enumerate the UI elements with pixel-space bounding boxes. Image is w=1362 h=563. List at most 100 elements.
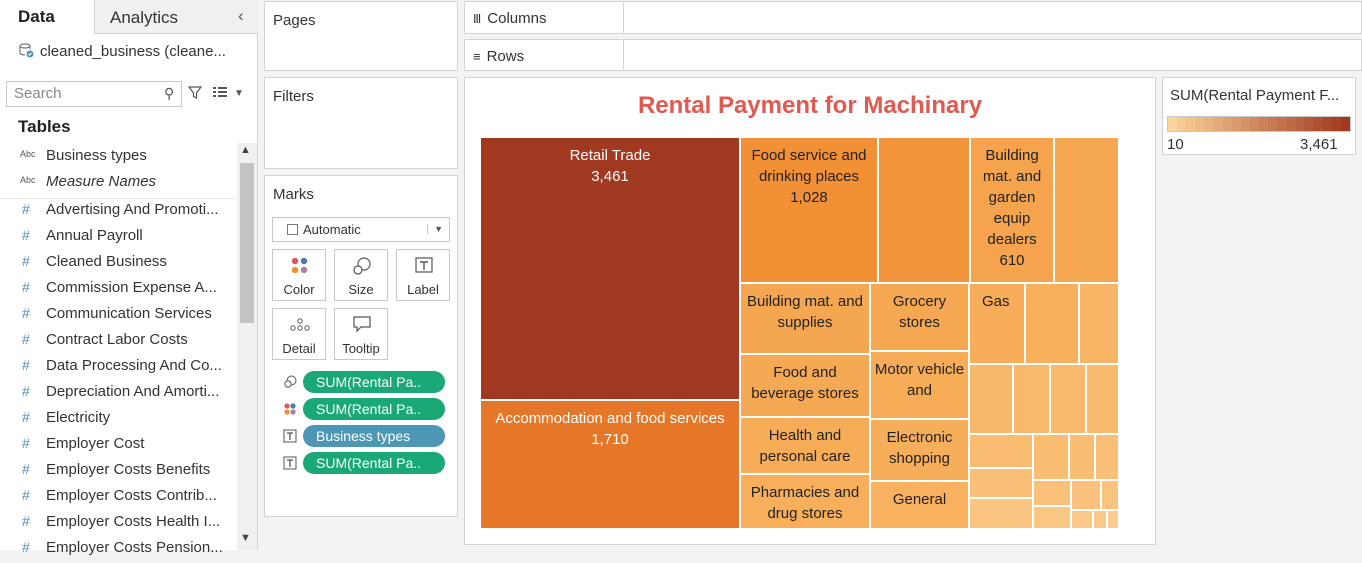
measure-field[interactable]: # Advertising And Promoti...: [0, 199, 236, 225]
field-label: Contract Labor Costs: [46, 331, 188, 348]
label-button[interactable]: Label: [396, 249, 450, 301]
field-search-input[interactable]: Search: [6, 81, 182, 107]
pages-card[interactable]: Pages: [264, 1, 458, 71]
treemap-tile[interactable]: Food and beverage stores: [740, 354, 870, 417]
tile-label: Accommodation and food services: [495, 410, 725, 427]
treemap-tile[interactable]: Grocery stores: [870, 283, 969, 351]
treemap-tile[interactable]: General: [870, 481, 969, 529]
measure-field[interactable]: # Electricity: [0, 407, 236, 433]
pages-title: Pages: [273, 12, 316, 29]
treemap-tile[interactable]: [1054, 137, 1119, 283]
measure-field[interactable]: # Commission Expense A...: [0, 277, 236, 303]
number-type-icon: #: [22, 513, 30, 529]
treemap-tile[interactable]: [1071, 480, 1101, 510]
treemap-tile[interactable]: Gas: [969, 283, 1025, 364]
treemap-tile[interactable]: [1025, 283, 1079, 364]
tile-label: Electronic shopping: [886, 429, 953, 467]
measure-field[interactable]: # Data Processing And Co...: [0, 355, 236, 381]
view-list-icon[interactable]: [213, 86, 227, 98]
treemap-tile[interactable]: [1033, 506, 1071, 529]
tooltip-button[interactable]: Tooltip: [334, 308, 388, 360]
size-pill[interactable]: SUM(Rental Pa..: [303, 371, 445, 393]
measure-field[interactable]: # Annual Payroll: [0, 225, 236, 251]
treemap-tile[interactable]: [1069, 434, 1095, 480]
treemap-tile[interactable]: [969, 468, 1033, 498]
mark-type-dropdown[interactable]: Automatic ▼: [272, 217, 450, 242]
chevron-down-icon[interactable]: ▼: [234, 88, 244, 99]
chevron-down-icon: ▼: [427, 224, 443, 234]
size-button[interactable]: Size: [334, 249, 388, 301]
label-icon: [283, 429, 297, 443]
treemap-tile[interactable]: [1093, 510, 1107, 529]
treemap-tile[interactable]: [1033, 480, 1071, 506]
treemap-tile[interactable]: [969, 364, 1013, 434]
rows-shelf[interactable]: ≡ Rows: [464, 39, 1362, 71]
treemap-tile[interactable]: Health and personal care: [740, 417, 870, 474]
size-icon: [284, 375, 297, 388]
tile-label: Pharmacies and drug stores: [750, 484, 860, 522]
label-pill[interactable]: Business types: [303, 425, 445, 447]
measure-field[interactable]: # Contract Labor Costs: [0, 329, 236, 355]
color-pill[interactable]: SUM(Rental Pa..: [303, 398, 445, 420]
dimension-field[interactable]: Abc Measure Names: [0, 171, 236, 197]
treemap-tile[interactable]: Retail Trade 3,461: [480, 137, 740, 400]
treemap-tile[interactable]: Food service and drinking places 1,028: [740, 137, 878, 283]
data-source-row[interactable]: cleaned_business (cleane...: [18, 42, 226, 60]
chevron-down-icon[interactable]: ▼: [240, 532, 251, 544]
tab-analytics[interactable]: Analytics: [94, 0, 258, 34]
treemap-tile[interactable]: [1101, 480, 1119, 510]
color-button[interactable]: Color: [272, 249, 326, 301]
filters-card[interactable]: Filters: [264, 77, 458, 169]
measure-field[interactable]: # Employer Costs Contrib...: [0, 485, 236, 511]
columns-shelf-label: Ⅲ Columns: [473, 10, 547, 27]
treemap-tile[interactable]: Building mat. and garden equip dealers 61…: [970, 137, 1054, 283]
treemap-tile[interactable]: Electronic shopping: [870, 419, 969, 481]
treemap-tile[interactable]: Pharmacies and drug stores: [740, 474, 870, 529]
measure-field[interactable]: # Employer Cost: [0, 433, 236, 459]
number-type-icon: #: [22, 487, 30, 503]
tile-value: 610: [999, 252, 1025, 269]
treemap-tile[interactable]: [1033, 434, 1069, 480]
measure-field[interactable]: # Employer Costs Benefits: [0, 459, 236, 485]
treemap-tile[interactable]: [969, 498, 1033, 529]
chevron-up-icon[interactable]: ▲: [240, 144, 251, 156]
tile-value: 1,710: [591, 431, 629, 448]
measure-field[interactable]: # Cleaned Business: [0, 251, 236, 277]
dimension-field[interactable]: Abc Business types: [0, 145, 236, 171]
field-label: Employer Costs Contrib...: [46, 487, 217, 504]
tile-label: General: [892, 491, 947, 508]
detail-button[interactable]: Detail: [272, 308, 326, 360]
measure-field[interactable]: # Employer Costs Pension...: [0, 537, 236, 563]
mark-type-label: Automatic: [303, 222, 361, 237]
scrollbar-thumb[interactable]: [240, 163, 254, 323]
treemap-tile[interactable]: Motor vehicle and: [870, 351, 969, 419]
treemap-tile[interactable]: [1013, 364, 1050, 434]
treemap-tile[interactable]: [1071, 510, 1093, 529]
collapse-pane-icon[interactable]: ‹: [238, 6, 244, 26]
treemap-tile[interactable]: [1050, 364, 1086, 434]
treemap-tile[interactable]: [1079, 283, 1119, 364]
field-label: Business types: [46, 147, 147, 164]
treemap-tile[interactable]: [969, 434, 1033, 468]
measure-field[interactable]: # Depreciation And Amorti...: [0, 381, 236, 407]
color-label: Color: [283, 282, 315, 297]
search-icon[interactable]: ⚲: [164, 85, 174, 102]
tile-label: Building mat. and supplies: [747, 293, 863, 331]
columns-drop-area[interactable]: [623, 2, 1361, 33]
treemap-tile[interactable]: [1086, 364, 1119, 434]
columns-shelf[interactable]: Ⅲ Columns: [464, 1, 1362, 34]
treemap-tile[interactable]: Building mat. and supplies: [740, 283, 870, 354]
treemap-tile[interactable]: [1095, 434, 1119, 480]
tab-data[interactable]: Data: [0, 0, 94, 34]
measure-field[interactable]: # Employer Costs Health I...: [0, 511, 236, 537]
tooltip-label: Tooltip: [342, 341, 380, 356]
treemap-tile[interactable]: [878, 137, 970, 283]
label-pill[interactable]: SUM(Rental Pa..: [303, 452, 445, 474]
data-source-name: cleaned_business (cleane...: [40, 43, 226, 60]
treemap-tile[interactable]: [1107, 510, 1119, 529]
measure-field[interactable]: # Communication Services: [0, 303, 236, 329]
field-label: Cleaned Business: [46, 253, 167, 270]
treemap-tile[interactable]: Accommodation and food services 1,710: [480, 400, 740, 529]
filter-icon[interactable]: [188, 86, 202, 100]
rows-drop-area[interactable]: [623, 40, 1361, 70]
